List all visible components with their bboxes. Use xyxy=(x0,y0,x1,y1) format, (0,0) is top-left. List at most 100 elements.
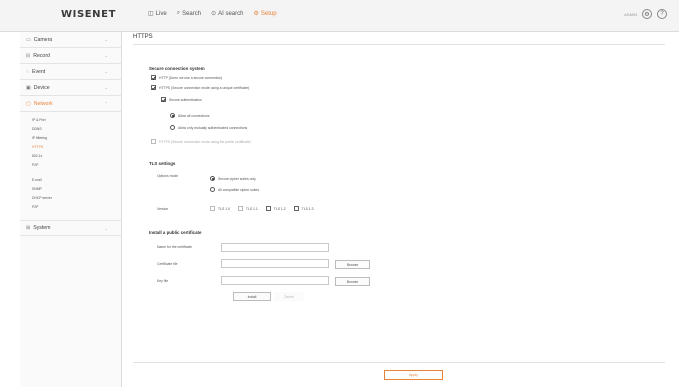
https-public-option[interactable]: HTTPS (Secure connection mode using the … xyxy=(151,139,251,144)
nav-live[interactable]: ◫ Live xyxy=(148,10,167,18)
sidebar-sub-p2p-2[interactable]: P2P xyxy=(32,205,38,209)
chevron-down-icon: ⌄ xyxy=(104,85,108,90)
network-icon: ▢ xyxy=(26,100,31,107)
https-public-checkbox[interactable] xyxy=(151,139,156,144)
sidebar-sub-p2p[interactable]: P2P xyxy=(32,163,38,167)
sidebar-item-label: Event xyxy=(31,68,46,75)
sidebar-item-label: Record xyxy=(33,52,50,59)
sidebar: ▭ Camera ⌄ ⊟ Record ⌄ ◌ Event ⌄ ▣ Device… xyxy=(20,32,122,387)
chevron-up-icon: ⌃ xyxy=(104,101,108,106)
search-icon: ⌕ xyxy=(176,10,181,16)
sidebar-sub-dhcp-server[interactable]: DHCP server xyxy=(32,196,52,200)
chevron-down-icon: ⌄ xyxy=(104,69,108,74)
secure-cipher-radio[interactable] xyxy=(210,176,215,181)
sidebar-item-camera[interactable]: ▭ Camera ⌄ xyxy=(20,32,122,48)
certificate-name-field[interactable] xyxy=(221,243,329,252)
certificate-file-field[interactable] xyxy=(221,259,329,268)
tls-1-0-checkbox[interactable] xyxy=(210,206,215,211)
allow-mutual-radio-row[interactable]: Allow only mutually authenticated connec… xyxy=(170,125,247,130)
tls-version-1-3[interactable]: TLS 1.3 xyxy=(293,206,314,211)
sidebar-sub-snmp[interactable]: SNMP xyxy=(32,187,42,191)
tls-version-1-1[interactable]: TLS 1.1 xyxy=(237,206,258,211)
version-label: Version xyxy=(157,207,169,211)
camera-icon: ▭ xyxy=(26,36,31,43)
tls-version-1-0[interactable]: TLS 1.0 xyxy=(210,206,230,211)
sidebar-sub-ip-filtering[interactable]: IP filtering xyxy=(32,136,47,140)
all-cipher-radio-row[interactable]: All compatible cipher suites xyxy=(210,187,259,192)
sidebar-item-network[interactable]: ▢ Network ⌃ xyxy=(20,96,122,112)
certificate-name-label: Name for the certificate xyxy=(157,245,193,249)
sidebar-item-event[interactable]: ◌ Event ⌄ xyxy=(20,64,122,80)
allow-all-radio[interactable] xyxy=(170,113,175,118)
sidebar-item-label: Camera xyxy=(33,36,53,43)
nav-search[interactable]: ⌕ Search xyxy=(177,10,201,17)
tls-1-2-checkbox[interactable] xyxy=(265,206,271,211)
tls-version-1-2[interactable]: TLS 1.2 xyxy=(265,206,286,211)
all-cipher-label: All compatible cipher suites xyxy=(218,187,260,192)
secure-auth-checkbox[interactable] xyxy=(161,97,166,102)
allow-all-radio-row[interactable]: Allow all connections xyxy=(170,113,209,118)
apply-button[interactable]: Apply xyxy=(384,370,443,380)
tls-1-1-checkbox[interactable] xyxy=(237,206,243,211)
help-icon[interactable]: ? xyxy=(657,9,667,19)
chevron-down-icon: ⌄ xyxy=(104,225,108,231)
secure-auth-option[interactable]: Secure authentication xyxy=(161,97,202,102)
certificate-file-label: Certificate file xyxy=(157,262,178,266)
nav-setup[interactable]: ⚙ Setup xyxy=(253,10,277,18)
https-unique-option[interactable]: HTTPS (Secure connection mode using a un… xyxy=(151,85,249,90)
allow-mutual-radio[interactable] xyxy=(170,125,175,130)
chevron-down-icon: ⌄ xyxy=(104,37,108,42)
settings-icon[interactable]: ⚙ xyxy=(642,9,652,19)
title-divider xyxy=(133,44,665,45)
record-icon: ⊟ xyxy=(26,52,31,59)
http-checkbox[interactable] xyxy=(151,75,156,80)
http-option[interactable]: HTTP (Does not use a secure connection) xyxy=(151,75,222,80)
certificate-browse-button[interactable]: Browse xyxy=(335,260,370,269)
device-icon: ▣ xyxy=(26,84,31,91)
install-certificate-heading: Install a public certificate xyxy=(149,230,202,235)
sidebar-sub-8021x[interactable]: 802.1x xyxy=(32,154,42,158)
nav-search-label: Search xyxy=(182,10,202,17)
all-cipher-radio[interactable] xyxy=(210,187,215,192)
sidebar-item-system[interactable]: ⊞ System ⌄ xyxy=(20,220,122,236)
https-public-option-label: HTTPS (Secure connection mode using the … xyxy=(159,139,251,144)
secure-cipher-radio-row[interactable]: Secure cipher suites only xyxy=(210,176,256,181)
ai-search-icon: ⊙ xyxy=(211,11,217,17)
http-option-label: HTTP (Does not use a secure connection) xyxy=(159,75,223,80)
tls-1-0-label: TLS 1.0 xyxy=(218,206,230,211)
https-unique-checkbox[interactable] xyxy=(151,85,156,90)
key-file-field[interactable] xyxy=(221,276,329,285)
nav-live-label: Live xyxy=(155,10,167,17)
https-unique-option-label: HTTPS (Secure connection mode using a un… xyxy=(159,85,250,90)
secure-cipher-label: Secure cipher suites only xyxy=(218,176,256,181)
sidebar-item-device[interactable]: ▣ Device ⌄ xyxy=(20,80,122,96)
key-browse-button[interactable]: Browse xyxy=(335,277,370,286)
footer-divider xyxy=(133,362,665,363)
event-icon: ◌ xyxy=(26,68,29,75)
nav-setup-label: Setup xyxy=(260,10,277,17)
chevron-down-icon: ⌄ xyxy=(104,53,108,58)
sidebar-sub-email[interactable]: E-mail xyxy=(32,178,42,182)
top-bar: WISENET ◫ Live ⌕ Search ⊙ AI search ⚙ Se… xyxy=(0,0,679,32)
sidebar-sub-https[interactable]: HTTPS xyxy=(32,145,43,149)
user-name[interactable]: ADMIN xyxy=(624,12,637,17)
nav-ai-search-label: AI search xyxy=(218,10,244,17)
install-button[interactable]: Install xyxy=(233,292,271,301)
live-icon: ◫ xyxy=(148,11,154,17)
secure-auth-label: Secure authentication xyxy=(169,97,202,102)
allow-mutual-label: Allow only mutually authenticated connec… xyxy=(178,125,248,130)
tls-1-2-label: TLS 1.2 xyxy=(273,206,286,211)
sidebar-item-record[interactable]: ⊟ Record ⌄ xyxy=(20,48,122,64)
key-file-label: Key file xyxy=(157,279,169,283)
options-mode-label: Options mode xyxy=(157,174,179,178)
delete-button[interactable]: Delete xyxy=(274,292,304,301)
page-title: HTTPS xyxy=(133,34,153,40)
tls-version-list: TLS 1.0 TLS 1.1 TLS 1.2 TLS 1.3 xyxy=(210,206,322,211)
nav-ai-search[interactable]: ⊙ AI search xyxy=(211,10,244,18)
sidebar-sub-ip-port[interactable]: IP & Port xyxy=(32,118,46,122)
sidebar-item-label: System xyxy=(33,225,51,231)
sidebar-item-label: Network xyxy=(33,100,53,107)
sidebar-sub-ddns[interactable]: DDNS xyxy=(32,127,42,131)
tls-1-3-checkbox[interactable] xyxy=(293,206,299,211)
secure-connection-heading: Secure connection system xyxy=(149,66,205,71)
